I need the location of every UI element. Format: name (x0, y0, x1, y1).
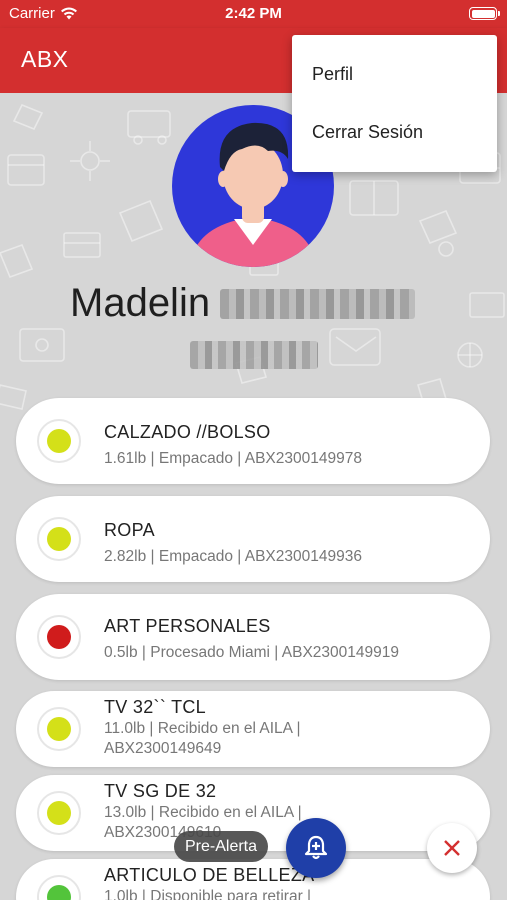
package-card[interactable]: TV 32`` TCL 11.0lb | Recibido en el AILA… (16, 691, 490, 767)
pre-alerta-label[interactable]: Pre-Alerta (174, 831, 269, 862)
app-title: ABX (21, 46, 69, 72)
package-detail: 0.5lb | Procesado Miami | ABX2300149919 (104, 644, 399, 661)
package-card[interactable]: ARTICULO DE BELLEZA 1.0lb | Disponible p… (16, 859, 490, 900)
redacted-user-info (190, 341, 318, 369)
status-indicator (37, 875, 81, 900)
package-title: ARTICULO DE BELLEZA (104, 865, 315, 885)
package-card[interactable]: ROPA 2.82lb | Empacado | ABX2300149936 (16, 496, 490, 582)
package-title: ROPA (104, 520, 155, 540)
overflow-menu: Perfil Cerrar Sesión (292, 35, 497, 172)
status-time: 2:42 PM (225, 5, 282, 22)
package-title: ART PERSONALES (104, 616, 271, 636)
package-title: TV SG DE 32 (104, 781, 217, 801)
package-card[interactable]: CALZADO //BOLSO 1.61lb | Empacado | ABX2… (16, 398, 490, 484)
status-indicator (37, 707, 81, 751)
package-detail: 11.0lb | Recibido en el AILA | ABX230014… (104, 720, 301, 757)
status-indicator (37, 517, 81, 561)
close-icon (444, 840, 460, 856)
user-name: Madelin (70, 281, 416, 326)
package-title: TV 32`` TCL (104, 697, 206, 717)
status-indicator (37, 419, 81, 463)
pre-alerta-button[interactable] (286, 818, 346, 878)
status-indicator (37, 615, 81, 659)
menu-item-cerrar-sesion[interactable]: Cerrar Sesión (312, 122, 423, 143)
status-indicator (37, 791, 81, 835)
package-detail: 1.61lb | Empacado | ABX2300149978 (104, 450, 362, 467)
close-fab-button[interactable] (427, 823, 477, 873)
user-first-name: Madelin (70, 281, 211, 325)
package-detail: 1.0lb | Disponible para retirar | (104, 888, 312, 900)
bell-add-icon (304, 835, 328, 860)
status-bar: Carrier 2:42 PM (0, 0, 507, 28)
package-detail: 2.82lb | Empacado | ABX2300149936 (104, 548, 362, 565)
main-content[interactable]: Madelin CALZADO //BOLSO 1.61lb | Empacad… (0, 93, 507, 900)
redacted-last-name (220, 288, 416, 319)
package-title: CALZADO //BOLSO (104, 422, 271, 442)
menu-item-perfil[interactable]: Perfil (312, 64, 353, 85)
battery-icon (469, 7, 500, 20)
package-card[interactable]: ART PERSONALES 0.5lb | Procesado Miami |… (16, 594, 490, 680)
